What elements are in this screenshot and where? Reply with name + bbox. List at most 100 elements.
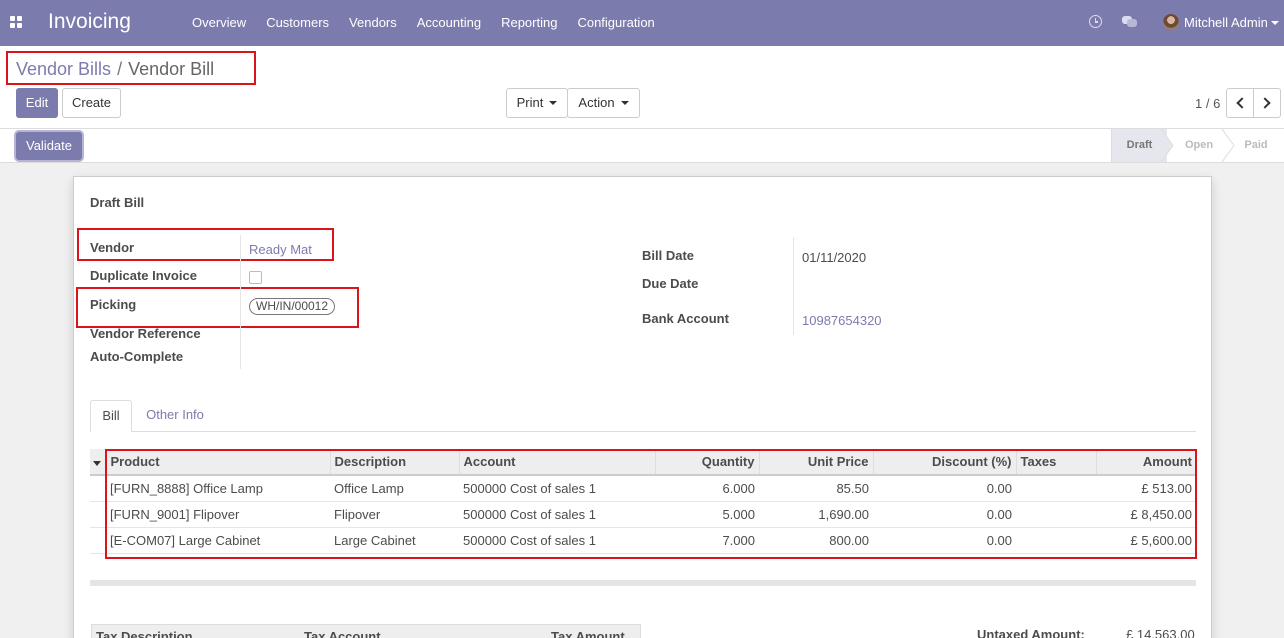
user-menu[interactable]: Mitchell Admin xyxy=(1184,15,1268,30)
caret-down-icon xyxy=(93,461,101,466)
tax-description-header: Tax Description xyxy=(96,629,193,638)
column-amount[interactable]: Amount xyxy=(1096,449,1196,476)
tab-bill[interactable]: Bill xyxy=(90,400,132,432)
bill-date-label: Bill Date xyxy=(642,248,695,263)
chevron-left-icon xyxy=(1236,97,1248,109)
cell-discount[interactable]: 0.00 xyxy=(873,527,1016,554)
cell-description[interactable]: Office Lamp xyxy=(330,475,459,502)
cell-amount: £ 513.00 xyxy=(1096,475,1196,502)
right-column-divider xyxy=(793,237,794,335)
menu-configuration[interactable]: Configuration xyxy=(577,15,654,30)
bank-account-field[interactable]: 10987654320 xyxy=(802,313,882,328)
top-navbar: Invoicing Overview Customers Vendors Acc… xyxy=(0,0,1284,46)
cell-unit-price[interactable]: 85.50 xyxy=(759,475,873,502)
clock-icon[interactable] xyxy=(1089,15,1102,28)
stage-draft: Draft xyxy=(1111,129,1167,162)
validate-button[interactable]: Validate xyxy=(16,132,82,160)
due-date-label: Due Date xyxy=(642,276,699,291)
cell-quantity[interactable]: 5.000 xyxy=(655,501,759,528)
untaxed-amount-value: £ 14,563.00 xyxy=(1126,627,1195,638)
breadcrumb: Vendor Bills / Vendor Bill xyxy=(16,59,214,80)
pager-value[interactable]: 1 / 6 xyxy=(1195,96,1220,111)
cell-account[interactable]: 500000 Cost of sales 1 xyxy=(459,501,655,528)
row-spacer xyxy=(90,527,106,554)
cell-taxes[interactable] xyxy=(1016,501,1096,528)
app-brand[interactable]: Invoicing xyxy=(48,10,131,34)
cell-account[interactable]: 500000 Cost of sales 1 xyxy=(459,475,655,502)
picking-label: Picking xyxy=(90,297,137,312)
row-spacer xyxy=(90,501,106,528)
form-sheet: Draft Bill Vendor Ready Mat Duplicate In… xyxy=(73,176,1212,638)
edit-button[interactable]: Edit xyxy=(16,88,58,118)
stage-paid[interactable]: Paid xyxy=(1236,129,1276,162)
menu-vendors[interactable]: Vendors xyxy=(349,15,397,30)
cell-product[interactable]: [E-COM07] Large Cabinet xyxy=(106,527,330,554)
tax-amount-header: Tax Amount xyxy=(551,629,625,638)
control-panel: Vendor Bills / Vendor Bill Edit Create Pri… xyxy=(0,46,1284,129)
create-button[interactable]: Create xyxy=(62,88,121,118)
vendor-field[interactable]: Ready Mat xyxy=(249,242,312,257)
notebook-tabs: Bill Other Info xyxy=(90,400,1196,432)
cell-account[interactable]: 500000 Cost of sales 1 xyxy=(459,527,655,554)
invoice-lines-table: Product Description Account Quantity Uni… xyxy=(90,449,1196,554)
chevron-right-icon xyxy=(1259,97,1271,109)
menu-customers[interactable]: Customers xyxy=(266,15,329,30)
auto-complete-label: Auto-Complete xyxy=(90,349,184,364)
avatar[interactable] xyxy=(1163,14,1179,30)
cell-product[interactable]: [FURN_8888] Office Lamp xyxy=(106,475,330,502)
table-header-row: Product Description Account Quantity Uni… xyxy=(90,449,1196,476)
cell-product[interactable]: [FURN_9001] Flipover xyxy=(106,501,330,528)
pager-previous-button[interactable] xyxy=(1226,88,1254,118)
print-button[interactable]: Print xyxy=(506,88,568,118)
column-description[interactable]: Description xyxy=(330,449,460,476)
row-spacer xyxy=(90,475,106,502)
menu-overview[interactable]: Overview xyxy=(192,15,246,30)
column-quantity[interactable]: Quantity xyxy=(655,449,760,476)
duplicate-invoice-label: Duplicate Invoice xyxy=(90,268,197,283)
table-row[interactable]: [E-COM07] Large Cabinet Large Cabinet 50… xyxy=(90,527,1196,554)
cell-unit-price[interactable]: 800.00 xyxy=(759,527,873,554)
column-account[interactable]: Account xyxy=(459,449,656,476)
chevron-down-icon xyxy=(549,100,558,105)
bill-date-field[interactable]: 01/11/2020 xyxy=(802,250,866,265)
picking-tag[interactable]: WH/IN/00012 xyxy=(249,298,336,315)
pager-next-button[interactable] xyxy=(1253,88,1281,118)
breadcrumb-current: Vendor Bill xyxy=(128,59,215,79)
breadcrumb-vendor-bills[interactable]: Vendor Bills xyxy=(16,59,111,79)
menu-reporting[interactable]: Reporting xyxy=(501,15,557,30)
column-taxes[interactable]: Taxes xyxy=(1016,449,1097,476)
cell-description[interactable]: Large Cabinet xyxy=(330,527,459,554)
vendor-reference-label: Vendor Reference xyxy=(90,326,201,341)
create-label: Create xyxy=(71,95,112,110)
untaxed-amount-label: Untaxed Amount: xyxy=(977,627,1085,638)
main-menu: Overview Customers Vendors Accounting Re… xyxy=(192,15,675,30)
cell-quantity[interactable]: 6.000 xyxy=(655,475,759,502)
apps-grid-icon[interactable] xyxy=(10,16,23,29)
column-unit-price[interactable]: Unit Price xyxy=(759,449,874,476)
action-button[interactable]: Action xyxy=(567,88,640,118)
duplicate-invoice-checkbox[interactable] xyxy=(249,271,262,284)
cell-taxes[interactable] xyxy=(1016,527,1096,554)
chevron-down-icon[interactable] xyxy=(1271,21,1279,25)
column-product[interactable]: Product xyxy=(106,449,331,476)
cell-discount[interactable]: 0.00 xyxy=(873,501,1016,528)
menu-accounting[interactable]: Accounting xyxy=(417,15,481,30)
cell-amount: £ 8,450.00 xyxy=(1096,501,1196,528)
cell-taxes[interactable] xyxy=(1016,475,1096,502)
column-discount[interactable]: Discount (%) xyxy=(873,449,1017,476)
cell-amount: £ 5,600.00 xyxy=(1096,527,1196,554)
table-row[interactable]: [FURN_9001] Flipover Flipover 500000 Cos… xyxy=(90,501,1196,528)
cell-quantity[interactable]: 7.000 xyxy=(655,527,759,554)
cell-unit-price[interactable]: 1,690.00 xyxy=(759,501,873,528)
cell-discount[interactable]: 0.00 xyxy=(873,475,1016,502)
tax-account-header: Tax Account xyxy=(304,629,381,638)
tab-other-info[interactable]: Other Info xyxy=(140,400,210,432)
column-toggle[interactable] xyxy=(90,449,107,476)
form-title: Draft Bill xyxy=(90,195,145,210)
stage-open[interactable]: Open xyxy=(1175,129,1223,162)
table-row[interactable]: [FURN_8888] Office Lamp Office Lamp 5000… xyxy=(90,475,1196,502)
print-label: Print xyxy=(516,95,544,110)
stage-arrow xyxy=(1161,129,1174,162)
chat-icon[interactable] xyxy=(1122,16,1137,27)
cell-description[interactable]: Flipover xyxy=(330,501,459,528)
